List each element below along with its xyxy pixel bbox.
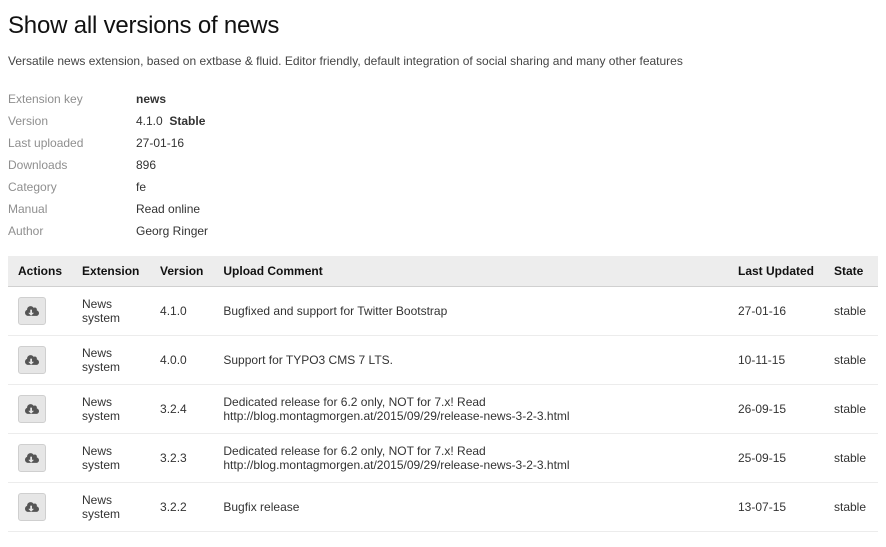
meta-value-category: fe [136, 176, 208, 198]
meta-label-category: Category [8, 176, 136, 198]
meta-label-downloads: Downloads [8, 154, 136, 176]
col-header-actions: Actions [8, 256, 72, 287]
meta-value-version: 4.1.0 [136, 114, 163, 128]
page-title: Show all versions of news [8, 12, 878, 40]
cell-last-updated: 26-09-15 [728, 385, 824, 434]
cell-comment: Bugfix release [213, 483, 728, 532]
cell-comment: Dedicated release for 6.2 only, NOT for … [213, 434, 728, 483]
col-header-last-updated: Last Updated [728, 256, 824, 287]
meta-label-manual: Manual [8, 198, 136, 220]
meta-label-version: Version [8, 110, 136, 132]
cell-last-updated: 10-11-15 [728, 336, 824, 385]
cloud-download-icon [25, 500, 39, 514]
cell-last-updated: 25-09-15 [728, 434, 824, 483]
cell-version: 4.1.0 [150, 287, 213, 336]
page-description: Versatile news extension, based on extba… [8, 54, 878, 68]
cell-state: stable [824, 483, 878, 532]
meta-value-last-uploaded: 27-01-16 [136, 132, 208, 154]
table-row: News system3.2.3Dedicated release for 6.… [8, 434, 878, 483]
meta-value-downloads: 896 [136, 154, 208, 176]
cell-extension: News system [72, 336, 150, 385]
col-header-version: Version [150, 256, 213, 287]
cell-state: stable [824, 287, 878, 336]
meta-label-author: Author [8, 220, 136, 242]
cloud-download-icon [25, 451, 39, 465]
table-row: News system4.1.0Bugfixed and support for… [8, 287, 878, 336]
meta-label-last-uploaded: Last uploaded [8, 132, 136, 154]
col-header-comment: Upload Comment [213, 256, 728, 287]
meta-value-extension-key: news [136, 88, 208, 110]
cell-extension: News system [72, 385, 150, 434]
cell-comment: Support for TYPO3 CMS 7 LTS. [213, 336, 728, 385]
cell-version: 3.2.4 [150, 385, 213, 434]
cell-version: 3.2.3 [150, 434, 213, 483]
cell-last-updated: 13-07-15 [728, 483, 824, 532]
cell-extension: News system [72, 434, 150, 483]
download-button[interactable] [18, 297, 46, 325]
cell-state: stable [824, 336, 878, 385]
cell-version: 3.2.2 [150, 483, 213, 532]
cell-extension: News system [72, 483, 150, 532]
cloud-download-icon [25, 402, 39, 416]
download-button[interactable] [18, 493, 46, 521]
cell-comment: Dedicated release for 6.2 only, NOT for … [213, 385, 728, 434]
table-row: News system3.2.4Dedicated release for 6.… [8, 385, 878, 434]
cloud-download-icon [25, 353, 39, 367]
versions-table: Actions Extension Version Upload Comment… [8, 256, 878, 532]
meta-value-manual[interactable]: Read online [136, 202, 200, 216]
meta-value-version-state: Stable [169, 114, 205, 128]
cloud-download-icon [25, 304, 39, 318]
cell-state: stable [824, 385, 878, 434]
table-row: News system4.0.0Support for TYPO3 CMS 7 … [8, 336, 878, 385]
download-button[interactable] [18, 444, 46, 472]
cell-extension: News system [72, 287, 150, 336]
cell-comment: Bugfixed and support for Twitter Bootstr… [213, 287, 728, 336]
download-button[interactable] [18, 395, 46, 423]
col-header-state: State [824, 256, 878, 287]
meta-value-author: Georg Ringer [136, 220, 208, 242]
download-button[interactable] [18, 346, 46, 374]
cell-version: 4.0.0 [150, 336, 213, 385]
col-header-extension: Extension [72, 256, 150, 287]
table-row: News system3.2.2Bugfix release13-07-15st… [8, 483, 878, 532]
cell-last-updated: 27-01-16 [728, 287, 824, 336]
cell-state: stable [824, 434, 878, 483]
meta-label-extension-key: Extension key [8, 88, 136, 110]
metadata-table: Extension key news Version 4.1.0 Stable … [8, 88, 208, 242]
